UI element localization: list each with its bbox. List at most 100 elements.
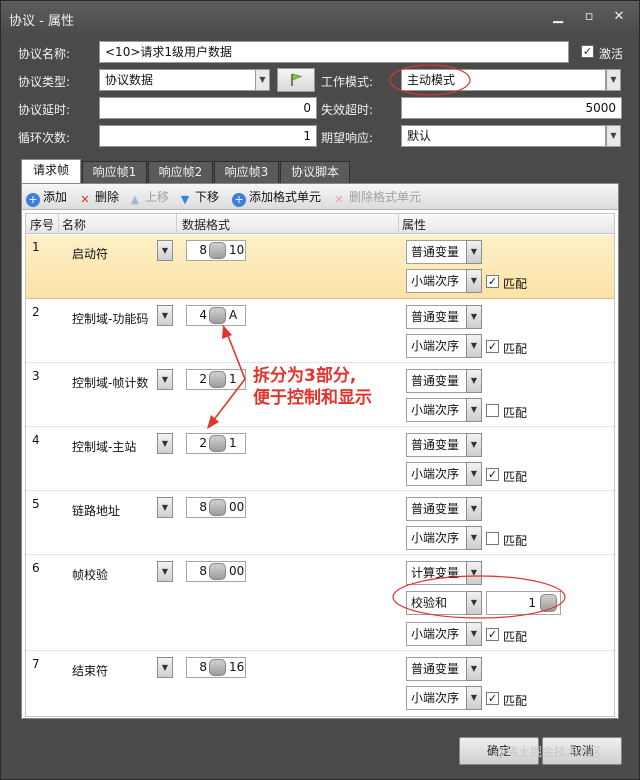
move-down-button[interactable]: ▼ 下移 (178, 188, 219, 206)
format-bits: 8 (199, 660, 207, 674)
tab-response-frame-3[interactable]: 响应帧3 (214, 161, 279, 183)
chevron-down-icon[interactable]: ▼ (466, 334, 482, 358)
column-divider (58, 214, 59, 234)
chevron-down-icon[interactable]: ▼ (157, 369, 173, 390)
tab-response-frame-1[interactable]: 响应帧1 (82, 161, 147, 183)
flag-button[interactable] (277, 68, 315, 92)
annotation-text: 拆分为3部分, 便于控制和显示 (253, 365, 372, 409)
match-checkbox[interactable]: ✓ (486, 628, 499, 641)
enabled-checkbox[interactable]: ✓ (581, 45, 594, 58)
protocol-name-input[interactable]: <10>请求1级用户数据 (99, 41, 569, 63)
table-row[interactable]: 2 控制域-功能码 ▼ 4A 普通变量 ▼ 小端次序 ▼ ✓ 匹配 (26, 300, 614, 363)
add-icon: + (26, 193, 40, 207)
splitter-knob[interactable] (209, 435, 226, 452)
move-up-button[interactable]: ▲ 上移 (128, 188, 169, 206)
tab-response-frame-2[interactable]: 响应帧2 (148, 161, 213, 183)
minimize-icon[interactable]: ▁ (549, 8, 567, 26)
chevron-down-icon[interactable]: ▼ (466, 622, 482, 646)
add-format-unit-label: 添加格式单元 (249, 190, 322, 204)
chevron-down-icon[interactable]: ▼ (157, 305, 173, 326)
match-checkbox[interactable]: ✓ (486, 468, 499, 481)
chevron-down-icon[interactable]: ▼ (466, 497, 482, 521)
splitter-knob[interactable] (209, 563, 226, 580)
chevron-down-icon[interactable]: ▼ (466, 462, 482, 486)
row-name: 控制域-主站 (72, 440, 137, 454)
match-checkbox[interactable]: ✓ (486, 275, 499, 288)
table-row[interactable]: 1 启动符 ▼ 8 10 普通变量 ▼ 小端次序 ▼ ✓ 匹配 (26, 235, 614, 299)
match-checkbox[interactable] (486, 532, 499, 545)
tab-protocol-script[interactable]: 协议脚本 (280, 161, 350, 183)
chevron-down-icon[interactable]: ▼ (466, 398, 482, 422)
chevron-down-icon[interactable]: ▼ (157, 497, 173, 518)
row-index: 6 (32, 561, 40, 575)
chevron-down-icon[interactable]: ▼ (466, 433, 482, 457)
row-name: 帧校验 (72, 568, 109, 582)
row-name: 控制域-功能码 (72, 312, 149, 326)
add-format-unit-button[interactable]: + 添加格式单元 (232, 188, 322, 207)
loop-count-input[interactable]: 1 (99, 125, 317, 147)
match-label: 匹配 (503, 277, 528, 291)
format-unit[interactable]: 8 00 (186, 561, 246, 582)
match-checkbox[interactable]: ✓ (486, 340, 499, 353)
delete-format-unit-label: 删除格式单元 (349, 190, 422, 204)
chevron-down-icon[interactable]: ▼ (606, 69, 621, 91)
add-icon: + (232, 193, 246, 207)
row-index: 5 (32, 497, 40, 511)
window-title: 协议 - 属性 (9, 14, 74, 29)
chevron-down-icon[interactable]: ▼ (466, 269, 482, 293)
tab-request-frame[interactable]: 请求帧 (21, 159, 81, 184)
timeout-input[interactable]: 5000 (401, 97, 622, 119)
maximize-icon[interactable]: ▫ (580, 8, 598, 26)
format-unit[interactable]: 8 00 (186, 497, 246, 518)
delete-button[interactable]: ✕ 删除 (78, 188, 119, 206)
match-checkbox[interactable] (486, 404, 499, 417)
arrow-down-icon: ▼ (180, 193, 190, 206)
chevron-down-icon[interactable]: ▼ (157, 433, 173, 454)
chevron-down-icon[interactable]: ▼ (157, 561, 173, 582)
match-label: 匹配 (503, 534, 528, 548)
format-bits: 8 (199, 500, 207, 514)
table-row[interactable]: 5 链路地址 ▼ 8 00 普通变量 ▼ 小端次序 ▼ 匹配 (26, 492, 614, 555)
expected-response-select[interactable]: 默认 (401, 125, 606, 147)
column-divider (176, 214, 177, 234)
protocol-type-select[interactable]: 协议数据 (99, 69, 257, 91)
format-bits: 4 (199, 308, 207, 322)
chevron-down-icon[interactable]: ▼ (157, 657, 173, 678)
close-icon[interactable]: ✕ (610, 8, 628, 26)
chevron-down-icon[interactable]: ▼ (466, 526, 482, 550)
format-value: 10 (229, 243, 245, 257)
row-index: 3 (32, 369, 40, 383)
chevron-down-icon[interactable]: ▼ (466, 369, 482, 393)
format-unit[interactable]: 21 (186, 433, 246, 454)
work-mode-label: 工作模式: (321, 75, 374, 89)
table-row[interactable]: 4 控制域-主站 ▼ 21 普通变量 ▼ 小端次序 ▼ ✓ 匹配 (26, 428, 614, 491)
chevron-down-icon[interactable]: ▼ (466, 657, 482, 681)
format-value: 16 (229, 660, 245, 674)
splitter-knob[interactable] (209, 659, 226, 676)
chevron-down-icon[interactable]: ▼ (466, 240, 482, 264)
chevron-down-icon[interactable]: ▼ (466, 305, 482, 329)
splitter-knob[interactable] (209, 499, 226, 516)
chevron-down-icon[interactable]: ▼ (606, 125, 621, 147)
add-button[interactable]: + 添加 (26, 188, 67, 207)
col-name: 名称 (62, 218, 87, 232)
protocol-delay-input[interactable]: 0 (99, 97, 317, 119)
row-name: 链路地址 (72, 504, 121, 518)
highlight-ellipse (389, 64, 471, 96)
chevron-down-icon[interactable]: ▼ (466, 686, 482, 710)
chevron-down-icon[interactable]: ▼ (255, 69, 270, 91)
format-value: 00 (229, 500, 245, 514)
format-unit[interactable]: 8 10 (186, 240, 246, 261)
grid-header: 序号 名称 数据格式 属性 (26, 214, 614, 234)
format-unit[interactable]: 8 16 (186, 657, 246, 678)
delete-format-unit-button[interactable]: ✕ 删除格式单元 (332, 188, 421, 206)
chevron-down-icon[interactable]: ▼ (157, 240, 173, 261)
protocol-type-label: 协议类型: (18, 75, 71, 89)
format-value: 00 (229, 564, 245, 578)
splitter-knob[interactable] (209, 242, 226, 259)
table-row[interactable]: 7 结束符 ▼ 8 16 普通变量 ▼ 小端次序 ▼ ✓ 匹配 (26, 652, 614, 715)
frame-grid: 序号 名称 数据格式 属性 1 启动符 ▼ 8 10 普通变量 ▼ 小端次序 ▼ … (25, 213, 615, 717)
match-checkbox[interactable]: ✓ (486, 692, 499, 705)
row-name: 启动符 (72, 247, 109, 261)
move-up-label: 上移 (145, 190, 170, 204)
